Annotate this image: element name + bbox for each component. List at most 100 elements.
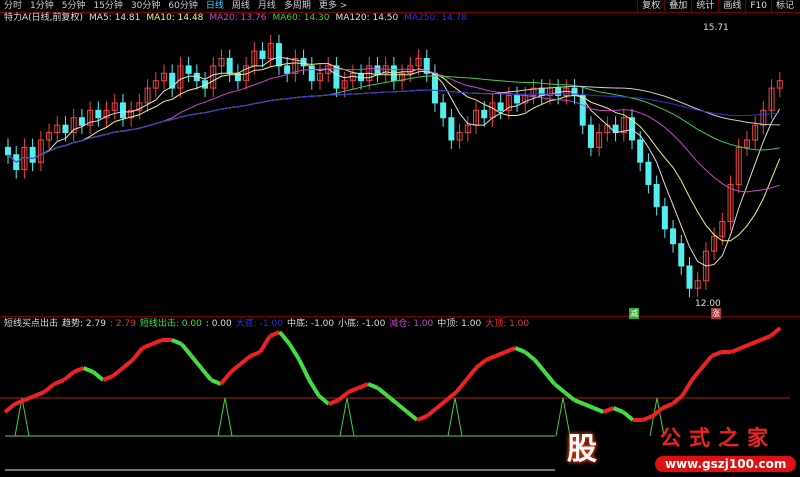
trend-segment [92, 370, 105, 382]
trend-segment [583, 402, 595, 410]
candle [226, 57, 233, 74]
candle [29, 146, 36, 163]
trend-segment [710, 350, 723, 358]
trend-segment [621, 410, 635, 422]
high-price-label: 15.71 [703, 23, 729, 33]
logo-char: 股 [567, 432, 597, 467]
trend-segment [111, 366, 125, 378]
candle [440, 102, 447, 119]
trend-segment [749, 338, 762, 346]
trend-segment [53, 378, 65, 386]
trend-segment [592, 406, 605, 414]
trend-segment [102, 374, 114, 382]
trend-segment [199, 366, 213, 382]
trend-segment [62, 370, 75, 382]
ma-line [7, 85, 780, 163]
trend-segment [680, 378, 694, 398]
trend-segment [670, 394, 684, 406]
trend-segment [416, 414, 428, 422]
candle [661, 206, 668, 230]
trend-segment [278, 330, 292, 346]
trend-segment [219, 370, 233, 386]
trend-segment [386, 394, 399, 406]
trend-segment [769, 326, 782, 338]
trend-segment [249, 350, 261, 358]
trend-segment [454, 378, 468, 394]
trend-segment [543, 370, 557, 386]
buy-marker: 涨 [711, 308, 721, 319]
candle [514, 95, 521, 104]
trend-segment [239, 354, 252, 366]
candle [653, 183, 660, 208]
trend-segment [406, 410, 419, 422]
candle [670, 228, 677, 245]
watermark-logo: 股 公式之家 www.gszj100.com [555, 420, 797, 475]
trend-segment [494, 350, 507, 358]
trend-segment [759, 334, 772, 342]
candle [645, 161, 652, 185]
candle [448, 117, 455, 141]
trend-segment [33, 390, 46, 398]
trend-segment [573, 398, 585, 406]
candle [308, 65, 315, 82]
candle [587, 124, 594, 148]
trend-segment [514, 346, 526, 354]
candle [678, 243, 685, 267]
candle [259, 50, 266, 59]
candle [169, 72, 176, 89]
trend-segment [396, 402, 409, 414]
candle [579, 95, 586, 126]
trend-segment [141, 342, 153, 350]
ma-line [7, 89, 780, 163]
trend-segment [464, 366, 478, 382]
trend-segment [376, 386, 389, 398]
trend-segment [42, 382, 56, 394]
trend-segment [287, 342, 302, 362]
trend-segment [563, 390, 576, 402]
trend-segment [533, 358, 547, 374]
trend-segment [435, 398, 448, 410]
candlestick-chart[interactable] [0, 0, 800, 477]
trend-segment [347, 386, 360, 394]
candle [284, 65, 291, 74]
trend-segment [661, 402, 674, 410]
trend-segment [210, 378, 222, 386]
trend-segment [72, 366, 85, 374]
trend-segment [82, 366, 95, 374]
trend-segment [474, 358, 488, 370]
trend-segment [3, 402, 17, 414]
trend-segment [258, 334, 272, 354]
trend-segment [23, 394, 36, 402]
candle [119, 102, 126, 119]
trend-segment [730, 346, 742, 354]
trend-segment [171, 338, 183, 346]
trend-segment [690, 366, 704, 382]
trend-segment [269, 330, 281, 338]
trend-segment [740, 342, 752, 350]
trend-segment [328, 398, 340, 406]
trend-segment [357, 382, 369, 390]
candle [497, 102, 504, 111]
candle [431, 72, 438, 104]
trend-segment [700, 354, 714, 370]
trend-segment [367, 382, 379, 390]
logo-name: 公式之家 [660, 426, 776, 450]
trend-segment [602, 406, 615, 414]
trend-segment [307, 378, 321, 398]
candle [5, 146, 11, 156]
trend-segment [523, 350, 537, 362]
trend-segment [121, 358, 134, 370]
candle [275, 43, 282, 67]
logo-url: www.gszj100.com [655, 456, 797, 472]
trend-segment [425, 406, 439, 418]
trend-segment [485, 354, 497, 362]
candle [185, 65, 192, 74]
signal-spike [217, 397, 233, 437]
sell-marker: 减 [629, 308, 639, 319]
trend-segment [229, 362, 242, 374]
trend-segment [151, 338, 163, 346]
trend-segment [180, 342, 193, 358]
trend-segment [317, 394, 331, 406]
candle [374, 65, 381, 74]
candle [481, 109, 488, 119]
